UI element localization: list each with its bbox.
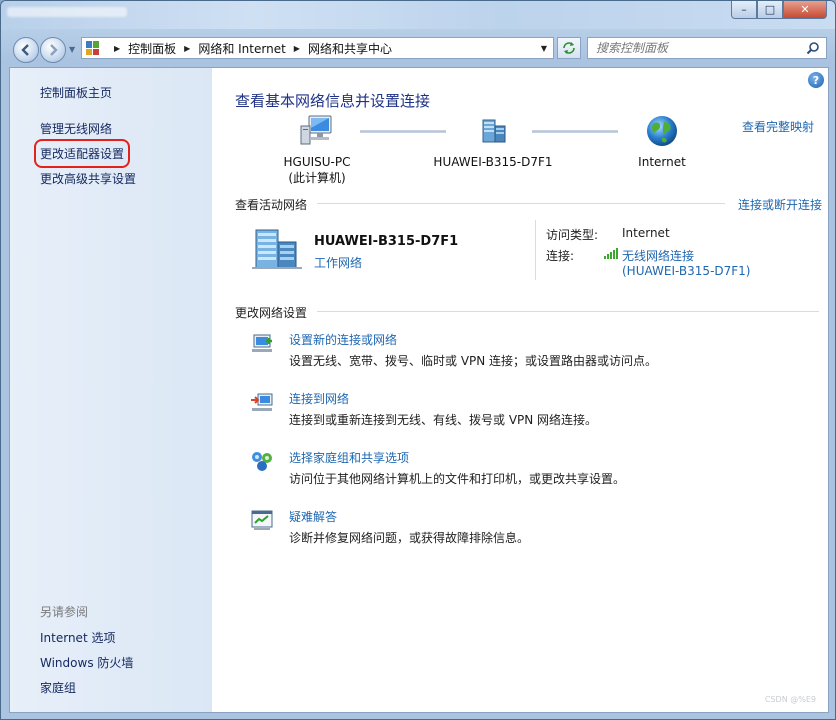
section-divider — [317, 311, 819, 312]
control-panel-icon — [86, 41, 100, 55]
sidebar-item-control-panel-home[interactable]: 控制面板主页 — [40, 84, 112, 101]
homegroup-icon — [252, 452, 272, 471]
network-building-icon — [252, 229, 302, 269]
task-description: 诊断并修复网络问题，或获得故障排除信息。 — [289, 531, 530, 545]
vertical-divider — [535, 220, 536, 280]
map-node-network[interactable]: HUAWEI-B315-D7F1 — [428, 114, 558, 170]
connections-label: 连接: — [546, 249, 575, 263]
search-input[interactable] — [596, 41, 796, 55]
active-network-icon-wrap — [252, 226, 302, 273]
change-settings-heading: 更改网络设置 — [235, 306, 308, 320]
task-title[interactable]: 疑难解答 — [289, 508, 337, 525]
sidebar-item-homegroup[interactable]: 家庭组 — [40, 679, 76, 696]
refresh-icon — [563, 42, 575, 54]
task-description: 设置无线、宽带、拨号、临时或 VPN 连接；或设置路由器或访问点。 — [289, 354, 658, 368]
access-type-label: 访问类型: — [546, 228, 599, 242]
sidebar-item-windows-firewall[interactable]: Windows 防火墙 — [40, 654, 133, 671]
section-divider — [317, 203, 725, 204]
globe-icon — [647, 116, 677, 146]
see-also-heading: 另请参阅 — [40, 605, 89, 619]
computer-icon — [300, 115, 332, 145]
address-dropdown[interactable]: ▼ — [535, 38, 553, 58]
sidebar: 控制面板主页 管理无线网络 更改适配器设置 更改高级共享设置 另请参阅 Inte… — [10, 68, 212, 712]
task-description: 访问位于其他网络计算机上的文件和打印机，或更改共享设置。 — [289, 472, 626, 486]
content-area: 控制面板主页 管理无线网络 更改适配器设置 更改高级共享设置 另请参阅 Inte… — [9, 67, 829, 713]
sidebar-item-internet-options[interactable]: Internet 选项 — [40, 629, 115, 646]
search-box[interactable] — [587, 37, 827, 59]
task-title[interactable]: 选择家庭组和共享选项 — [289, 449, 409, 466]
arrow-right-icon — [50, 44, 58, 56]
active-networks-heading: 查看活动网络 — [235, 198, 308, 212]
access-type-value: Internet — [622, 226, 670, 240]
connect-disconnect-link[interactable]: 连接或断开连接 — [738, 196, 822, 213]
sidebar-item-manage-wireless[interactable]: 管理无线网络 — [40, 120, 112, 137]
signal-strength-icon — [604, 248, 618, 259]
connect-network-icon — [251, 393, 273, 411]
forward-button[interactable] — [40, 37, 66, 63]
view-full-map-link[interactable]: 查看完整映射 — [742, 118, 814, 135]
address-bar[interactable]: ▶ 控制面板 ▶ 网络和 Internet ▶ 网络和共享中心 ▼ — [81, 37, 554, 59]
computer-name: HGUISU-PC — [283, 155, 351, 169]
breadcrumb-network-sharing-center[interactable]: 网络和共享中心 — [308, 40, 392, 57]
network-node-name: HUAWEI-B315-D7F1 — [433, 155, 553, 169]
task-title[interactable]: 连接到网络 — [289, 390, 349, 407]
task-description: 连接到或重新连接到无线、有线、拨号或 VPN 网络连接。 — [289, 413, 598, 427]
minimize-button[interactable]: – — [731, 1, 757, 19]
active-network-name: HUAWEI-B315-D7F1 — [314, 234, 459, 249]
recent-pages-dropdown[interactable]: ▼ — [69, 45, 75, 54]
new-connection-icon — [252, 334, 272, 352]
sidebar-item-change-adapter-settings[interactable]: 更改适配器设置 — [33, 139, 131, 168]
chevron-right-icon[interactable]: ▶ — [294, 44, 300, 53]
arrow-left-icon — [21, 44, 29, 56]
page-title: 查看基本网络信息并设置连接 — [235, 92, 431, 110]
back-button[interactable] — [13, 37, 39, 63]
wireless-connection-link[interactable]: 无线网络连接 — [622, 247, 694, 264]
wireless-connection-ssid[interactable]: (HUAWEI-B315-D7F1) — [622, 264, 751, 278]
watermark: CSDN @%E9 — [764, 695, 816, 704]
title-bar[interactable]: – □ ✕ — [1, 1, 835, 29]
caption-buttons: – □ ✕ — [731, 1, 827, 19]
chevron-right-icon[interactable]: ▶ — [184, 44, 190, 53]
map-link-line — [532, 130, 618, 133]
address-row: ▼ ▶ 控制面板 ▶ 网络和 Internet ▶ 网络和共享中心 ▼ — [1, 29, 835, 67]
troubleshoot-icon — [251, 510, 273, 530]
breadcrumb-network-internet[interactable]: 网络和 Internet — [198, 40, 285, 57]
task-title[interactable]: 设置新的连接或网络 — [289, 331, 397, 348]
help-icon[interactable]: ? — [808, 72, 824, 88]
maximize-button[interactable]: □ — [757, 1, 783, 19]
refresh-button[interactable] — [557, 37, 581, 59]
internet-node-name: Internet — [638, 155, 686, 169]
window: – □ ✕ ▼ ▶ 控制面板 ▶ 网络和 Internet ▶ 网络和共享中心 … — [0, 0, 836, 720]
network-icon — [482, 119, 506, 143]
computer-note: (此计算机) — [288, 171, 346, 185]
search-icon[interactable] — [806, 41, 820, 55]
breadcrumb-control-panel[interactable]: 控制面板 — [128, 40, 176, 57]
map-node-computer[interactable]: HGUISU-PC (此计算机) — [272, 114, 362, 186]
blurred-title — [7, 7, 127, 17]
close-button[interactable]: ✕ — [783, 1, 827, 19]
sidebar-item-advanced-sharing[interactable]: 更改高级共享设置 — [40, 170, 136, 187]
main-panel: ? 查看基本网络信息并设置连接 查看完整映射 HGUISU-PC (此计算机) — [212, 68, 828, 712]
network-type-link[interactable]: 工作网络 — [314, 254, 362, 271]
map-node-internet[interactable]: Internet — [617, 114, 707, 170]
chevron-right-icon[interactable]: ▶ — [114, 44, 120, 53]
